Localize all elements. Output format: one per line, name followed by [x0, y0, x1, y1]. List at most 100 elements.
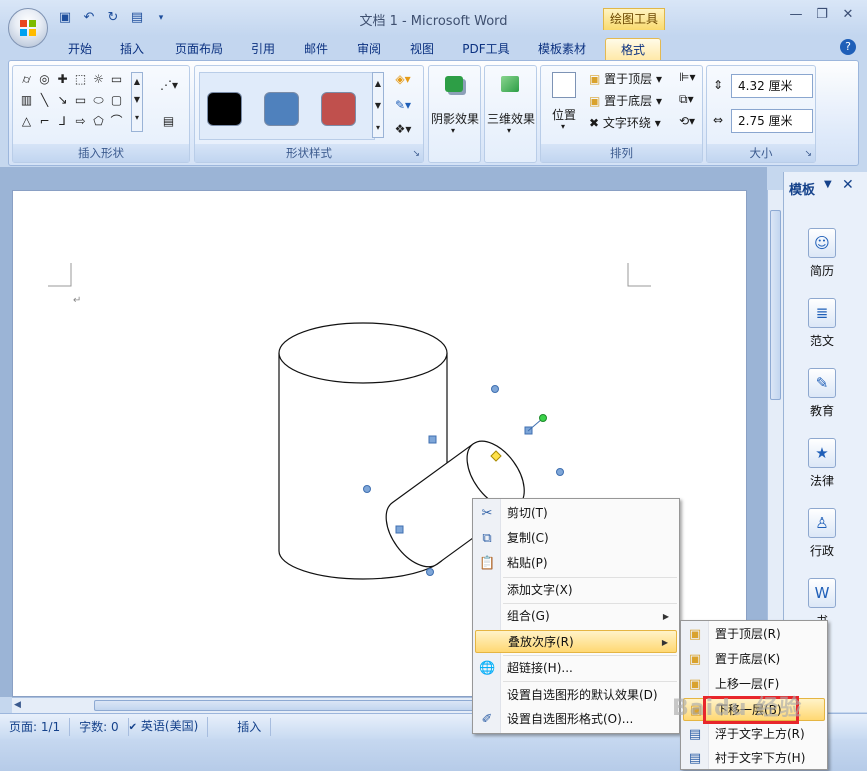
redo-icon[interactable]: ↻ [104, 9, 122, 27]
template-item-resume[interactable]: ☺ 简历 [804, 228, 840, 279]
shapes-gallery-scroll[interactable]: ▲ ▼ ▾ [131, 72, 143, 132]
ribbon: ⌭ ◎ ✚ ⬚ ☼ ▭ ▥ ╲ ↘ ▭ ⬭ ▢ △ ⌐ ⅃ ⇨ ⬠ ⌒ ▲ ▼ ▾ … [8, 60, 859, 166]
tab-references[interactable]: 引用 [243, 38, 283, 60]
plus-shape-icon[interactable]: ✚ [55, 72, 70, 86]
freeform-shape-icon[interactable]: ⌒ [109, 114, 124, 128]
submenu-item-behind-text[interactable]: ▤ 衬于文字下方(H) [683, 747, 825, 770]
law-icon: ★ [808, 438, 836, 468]
vertical-textbox-icon[interactable]: ▥ [19, 93, 34, 107]
task-pane-menu-icon[interactable]: ▼ [824, 179, 832, 190]
status-language[interactable]: ✔ 英语(美国) [129, 716, 209, 737]
scroll-left-icon[interactable]: ◀ [14, 700, 21, 710]
elbow-arrow-icon[interactable]: ⅃ [55, 114, 70, 128]
bring-front-button[interactable]: ▣ 置于顶层 ▾ [589, 70, 662, 87]
help-icon[interactable]: ? [840, 39, 856, 55]
sun-shape-icon[interactable]: ☼ [91, 72, 106, 86]
line-color-icon[interactable]: ✎▾ [391, 98, 415, 112]
pentagon-shape-icon[interactable]: ⬠ [91, 114, 106, 128]
edit-shape-icon[interactable]: ⋰▾ [158, 78, 180, 92]
template-item-sample-essay[interactable]: ≣ 范文 [804, 298, 840, 349]
align-icon[interactable]: ⊫▾ [679, 70, 695, 84]
height-icon: ⇕ [713, 78, 724, 92]
draw-textbox-icon[interactable]: ▤ [161, 114, 176, 128]
tab-mailings[interactable]: 邮件 [296, 38, 336, 60]
template-item-administration[interactable]: ♙ 行政 [804, 508, 840, 559]
save-icon[interactable]: ▣ [56, 9, 74, 27]
administration-icon: ♙ [808, 508, 836, 538]
menu-item-cut[interactable]: ✂ 剪切(T) [475, 502, 677, 525]
triangle-shape-icon[interactable]: △ [19, 114, 34, 128]
style-swatch-red[interactable] [321, 92, 356, 126]
menu-item-label: 浮于文字上方(R) [715, 727, 805, 741]
change-shape-icon[interactable]: ❖▾ [391, 122, 415, 136]
tab-pdf-tools[interactable]: PDF工具 [455, 38, 517, 60]
style-gallery-scroll[interactable]: ▲ ▼ ▾ [372, 72, 384, 138]
menu-item-order[interactable]: 叠放次序(R) ▶ [475, 630, 677, 653]
tab-template-materials[interactable]: 模板素材 [530, 38, 594, 60]
undo-icon[interactable]: ↶ [80, 9, 98, 27]
send-back-button[interactable]: ▣ 置于底层 ▾ [589, 92, 662, 109]
size-launcher-icon[interactable]: ↘ [804, 149, 812, 159]
position-icon[interactable] [552, 72, 576, 98]
office-button[interactable] [8, 8, 48, 48]
template-item-education[interactable]: ✎ 教育 [804, 368, 840, 419]
status-page-count[interactable]: 页面: 1/1 [0, 717, 71, 736]
submenu-item-in-front-of-text[interactable]: ▤ 浮于文字上方(R) [683, 723, 825, 746]
menu-item-copy[interactable]: ⧉ 复制(C) [475, 527, 677, 550]
height-input[interactable]: 4.32 厘米 [731, 74, 813, 98]
menu-item-format-shape[interactable]: ✐ 设置自选图形格式(O)... [475, 708, 677, 731]
width-icon: ⇔ [713, 113, 724, 127]
close-icon[interactable]: ✕ [835, 6, 861, 24]
line-shape-icon[interactable]: ╲ [37, 93, 52, 107]
margin-mark-right [627, 263, 651, 287]
behind-text-icon: ▤ [688, 751, 702, 766]
cylinder-shape-icon[interactable]: ⌭ [19, 72, 34, 86]
status-insert-mode[interactable]: 插入 [228, 717, 272, 736]
cube-shape-icon[interactable]: ⬚ [73, 72, 88, 86]
tab-insert[interactable]: 插入 [112, 38, 152, 60]
template-item-law[interactable]: ★ 法律 [804, 438, 840, 489]
vertical-scroll-thumb[interactable] [770, 210, 781, 400]
style-swatch-black[interactable] [207, 92, 242, 126]
right-arrow-shape-icon[interactable]: ⇨ [73, 114, 88, 128]
elbow-connector-icon[interactable]: ⌐ [37, 114, 52, 128]
qat-customize-icon[interactable]: ▾ [152, 9, 170, 27]
horizontal-scroll-thumb[interactable] [94, 700, 474, 711]
ellipse-ring-shape-icon[interactable]: ◎ [37, 72, 52, 86]
print-preview-icon[interactable]: ▤ [128, 9, 146, 27]
group-3d-effects[interactable]: 三维效果 ▾ [484, 65, 537, 163]
fill-color-icon[interactable]: ◈▾ [391, 72, 415, 86]
rectangle-shape-icon[interactable]: ▭ [73, 93, 88, 107]
rotate-handle[interactable] [539, 414, 547, 422]
menu-item-paste[interactable]: 📋 粘贴(P) [475, 552, 677, 575]
rounded-rect-icon[interactable]: ▢ [109, 93, 124, 107]
text-wrap-button[interactable]: ✖ 文字环绕 ▾ [589, 114, 661, 131]
menu-item-add-text[interactable]: 添加文字(X) [475, 579, 677, 602]
maximize-icon[interactable]: ❐ [809, 6, 835, 24]
tab-home[interactable]: 开始 [60, 38, 100, 60]
group-label-arrange: 排列 [541, 144, 702, 162]
oval-shape-icon[interactable]: ⬭ [91, 93, 106, 107]
menu-item-set-default[interactable]: 设置自选图形的默认效果(D) [475, 684, 677, 707]
arrow-line-icon[interactable]: ↘ [55, 93, 70, 107]
submenu-item-bring-to-front[interactable]: ▣ 置于顶层(R) [683, 623, 825, 646]
menu-item-group[interactable]: 组合(G) ▶ [475, 605, 677, 628]
width-input[interactable]: 2.75 厘米 [731, 109, 813, 133]
tab-view[interactable]: 视图 [402, 38, 442, 60]
task-pane-close-icon[interactable]: ✕ [842, 177, 854, 193]
tab-review[interactable]: 审阅 [349, 38, 389, 60]
position-label[interactable]: 位置 [552, 106, 576, 123]
menu-item-label: 衬于文字下方(H) [715, 751, 806, 765]
minimize-icon[interactable]: — [783, 6, 809, 24]
textbox-shape-icon[interactable]: ▭ [109, 72, 124, 86]
shape-styles-launcher-icon[interactable]: ↘ [412, 149, 420, 159]
tab-page-layout[interactable]: 页面布局 [167, 38, 231, 60]
submenu-item-send-to-back[interactable]: ▣ 置于底层(K) [683, 648, 825, 671]
group-shadow-effects[interactable]: 阴影效果 ▾ [428, 65, 481, 163]
tab-format[interactable]: 格式 [605, 38, 661, 60]
group-objects-icon[interactable]: ⧉▾ [679, 92, 694, 107]
style-swatch-blue[interactable] [264, 92, 299, 126]
menu-item-hyperlink[interactable]: 🌐 超链接(H)... [475, 657, 677, 680]
status-word-count[interactable]: 字数: 0 [70, 717, 129, 736]
rotate-icon[interactable]: ⟲▾ [679, 114, 695, 128]
